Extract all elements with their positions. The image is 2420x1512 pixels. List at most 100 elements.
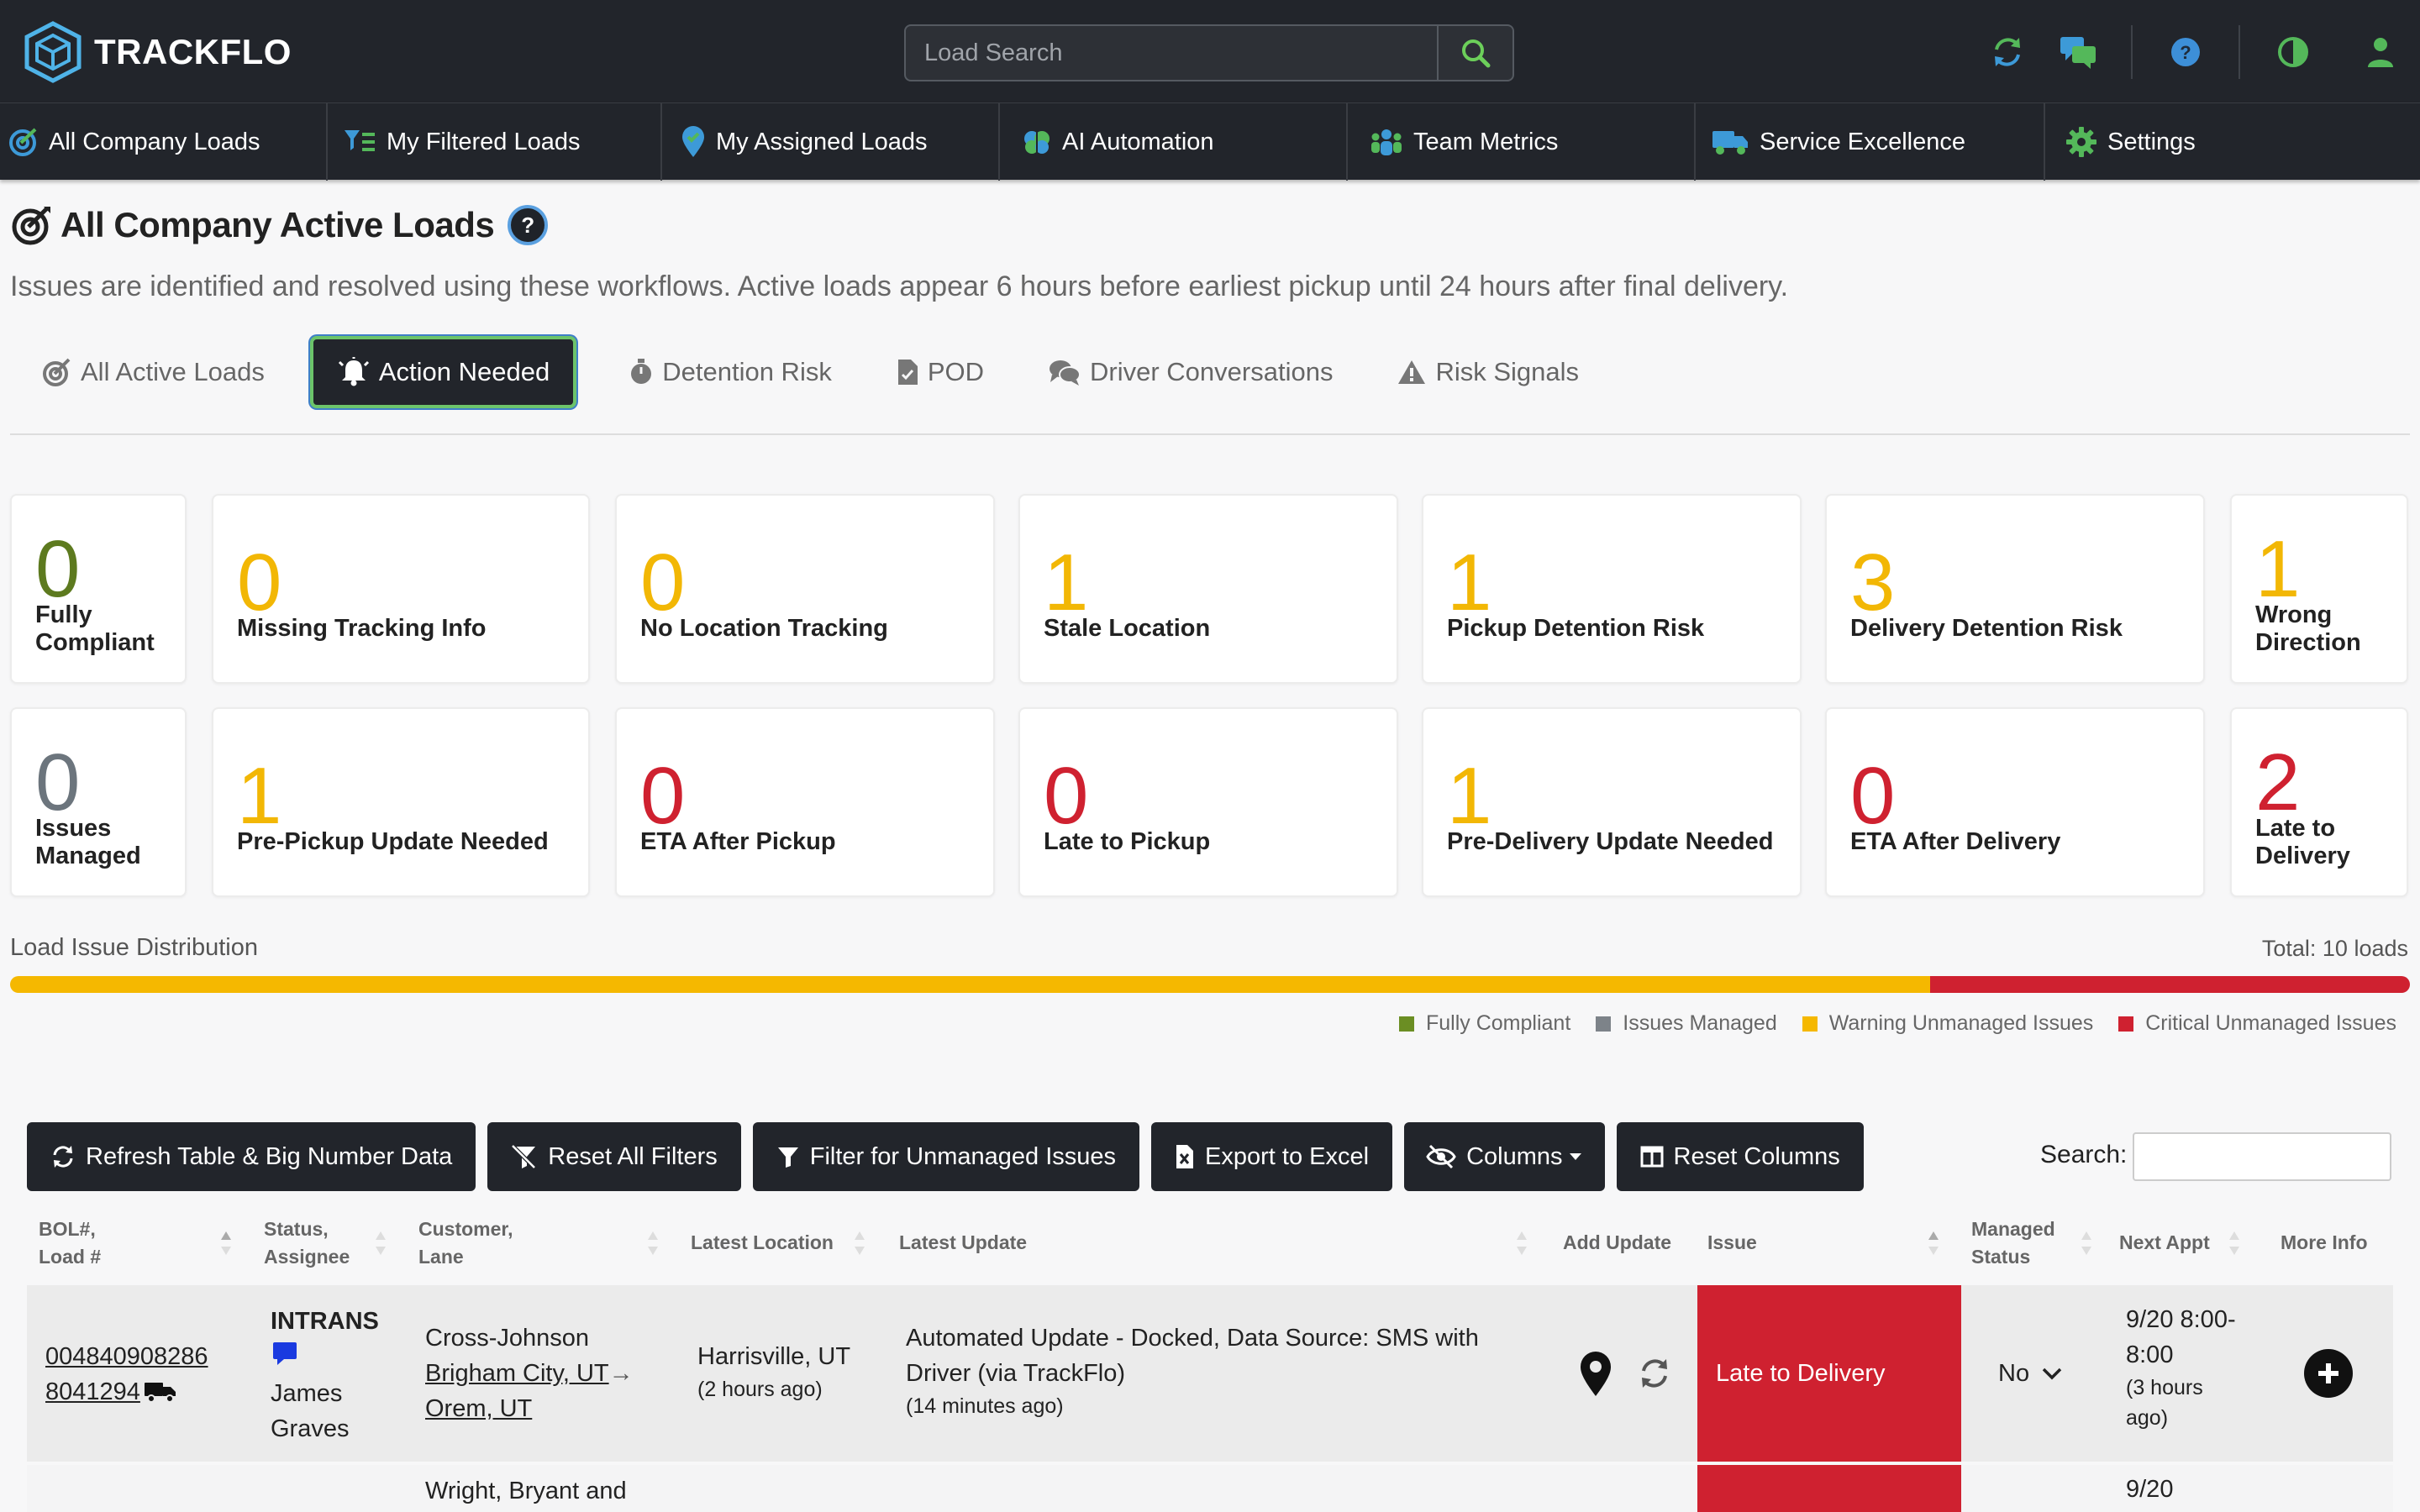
origin-link[interactable]: Brigham City, UT [425, 1360, 609, 1387]
search-icon [1462, 39, 1491, 68]
col-latest-location[interactable]: Latest Location [691, 1203, 834, 1284]
card-delivery-detention-risk[interactable]: 3 Delivery Detention Risk [1825, 494, 2205, 684]
col-customer[interactable]: Customer, Lane [418, 1203, 513, 1284]
nav-service-excellence[interactable]: Service Excellence [1696, 103, 2045, 181]
page-title: All Company Active Loads [60, 205, 495, 244]
reset-columns-button[interactable]: Reset Columns [1616, 1122, 1864, 1191]
card-wrong-direction[interactable]: 1 Wrong Direction [2230, 494, 2408, 684]
card-eta-after-pickup[interactable]: 0 ETA After Pickup [615, 707, 995, 897]
card-late-to-delivery[interactable]: 2 Late to Delivery [2230, 707, 2408, 897]
nav-label: Settings [2107, 128, 2196, 155]
gear-icon [2066, 127, 2096, 157]
load-link[interactable]: 8041294 [45, 1374, 140, 1410]
table-row[interactable]: Wright, Bryant and 9/20 [27, 1465, 2393, 1512]
nav-all-company-loads[interactable]: All Company Loads [0, 103, 328, 181]
filter-unmanaged-button[interactable]: Filter for Unmanaged Issues [752, 1122, 1140, 1191]
card-fully-compliant[interactable]: 0 Fully Compliant [10, 494, 187, 684]
legend-swatch [1399, 1016, 1414, 1032]
distribution-total: Total: 10 loads [2261, 936, 2408, 961]
bol-cell: 004840908286 8041294 [45, 1339, 208, 1410]
reset-filters-button[interactable]: Reset All Filters [487, 1122, 741, 1191]
tab-label: Driver Conversations [1090, 357, 1334, 386]
managed-status-select[interactable]: No [1998, 1356, 2063, 1391]
legend-swatch [1802, 1016, 1818, 1032]
managed-status-value: No [1998, 1360, 2030, 1387]
export-excel-button[interactable]: Export to Excel [1151, 1122, 1393, 1191]
sort-icon [2228, 1228, 2240, 1258]
card-pickup-detention-risk[interactable]: 1 Pickup Detention Risk [1422, 494, 1802, 684]
card-issues-managed[interactable]: 0 Issues Managed [10, 707, 187, 897]
page-help-button[interactable]: ? [508, 205, 549, 245]
nav-my-assigned-loads[interactable]: My Assigned Loads [662, 103, 1000, 181]
col-issue[interactable]: Issue [1707, 1203, 1757, 1284]
tab-label: Action Needed [378, 357, 550, 386]
map-pin-icon [1581, 1352, 1611, 1396]
bol-link[interactable]: 004840908286 [45, 1339, 208, 1374]
update-text-1: Automated Update - Docked, Data Source: … [906, 1325, 1479, 1352]
table-row[interactable]: 004840908286 8041294 INTRANS James Grave… [27, 1285, 2393, 1462]
nav-settings[interactable]: Settings [2045, 103, 2297, 181]
tab-action-needed[interactable]: Action Needed [309, 336, 577, 408]
card-pre-pickup-update-needed[interactable]: 1 Pre-Pickup Update Needed [212, 707, 590, 897]
search-button[interactable] [1437, 26, 1512, 80]
card-late-to-pickup[interactable]: 0 Late to Pickup [1018, 707, 1398, 897]
nav-label: All Company Loads [49, 128, 260, 155]
card-value: 0 [1044, 751, 1089, 841]
columns-dropdown[interactable]: Columns [1404, 1122, 1605, 1191]
help-button[interactable]: ? [2156, 24, 2215, 81]
add-location-button[interactable] [1578, 1351, 1613, 1402]
tab-all-active-loads[interactable]: All Active Loads [30, 336, 276, 408]
main-nav: All Company Loads My Filtered Loads My A… [0, 102, 2420, 181]
col-bol[interactable]: BOL#, Load # [39, 1203, 101, 1284]
more-info-button[interactable] [2304, 1349, 2353, 1398]
stopwatch-icon [631, 359, 652, 384]
messages-button[interactable] [2049, 24, 2107, 81]
col-next-appt[interactable]: Next Appt [2119, 1203, 2210, 1284]
legend-label: Fully Compliant [1426, 1011, 1571, 1035]
card-missing-tracking-info[interactable]: 0 Missing Tracking Info [212, 494, 590, 684]
col-latest-update[interactable]: Latest Update [899, 1203, 1027, 1284]
table-search-label: Search: [2040, 1141, 2128, 1168]
app-logo[interactable]: TRACKFLO [24, 20, 292, 84]
nav-team-metrics[interactable]: Team Metrics [1348, 103, 1696, 181]
legend-label: Critical Unmanaged Issues [2145, 1011, 2396, 1035]
target-check-icon [12, 207, 50, 245]
load-search-input[interactable] [906, 26, 1437, 80]
truck-icon [144, 1383, 176, 1404]
card-pre-delivery-update-needed[interactable]: 1 Pre-Delivery Update Needed [1422, 707, 1802, 897]
tab-detention-risk[interactable]: Detention Risk [617, 336, 844, 408]
refresh-update-button[interactable] [1637, 1356, 1672, 1395]
issue-cell [1697, 1465, 1961, 1512]
card-label: Wrong Direction [2255, 601, 2361, 657]
update-age: (14 minutes ago) [906, 1394, 1064, 1419]
sort-icon [2081, 1228, 2092, 1258]
card-no-location-tracking[interactable]: 0 No Location Tracking [615, 494, 995, 684]
col-managed-status[interactable]: Managed Status [1971, 1203, 2055, 1284]
tab-risk-signals[interactable]: Risk Signals [1385, 336, 1591, 408]
refresh-table-button[interactable]: Refresh Table & Big Number Data [27, 1122, 476, 1191]
filter-list-icon [345, 130, 375, 151]
tab-pod[interactable]: POD [884, 336, 996, 408]
message-icon[interactable] [272, 1341, 299, 1366]
tab-driver-conversations[interactable]: Driver Conversations [1036, 336, 1344, 408]
card-value: 0 [237, 538, 282, 627]
table-search-input[interactable] [2133, 1132, 2391, 1181]
contrast-icon [2278, 37, 2308, 67]
card-label: ETA After Pickup [640, 828, 836, 855]
profile-button[interactable] [2351, 24, 2410, 81]
nav-my-filtered-loads[interactable]: My Filtered Loads [328, 103, 662, 181]
card-stale-location[interactable]: 1 Stale Location [1018, 494, 1398, 684]
destination-link[interactable]: Orem, UT [425, 1391, 634, 1426]
distribution-segment [10, 976, 1930, 993]
refresh-button[interactable] [1978, 24, 2037, 81]
nav-label: AI Automation [1062, 128, 1214, 155]
col-status[interactable]: Status, Assignee [264, 1203, 350, 1284]
nav-ai-automation[interactable]: AI Automation [1000, 103, 1348, 181]
theme-toggle[interactable] [2264, 24, 2323, 81]
page-header: All Company Active Loads ? [12, 205, 549, 245]
target-check-icon [9, 128, 37, 156]
issue-cell: Late to Delivery [1697, 1285, 1961, 1462]
card-value: 1 [1044, 538, 1089, 627]
assignee-first: James [271, 1380, 343, 1408]
card-eta-after-delivery[interactable]: 0 ETA After Delivery [1825, 707, 2205, 897]
